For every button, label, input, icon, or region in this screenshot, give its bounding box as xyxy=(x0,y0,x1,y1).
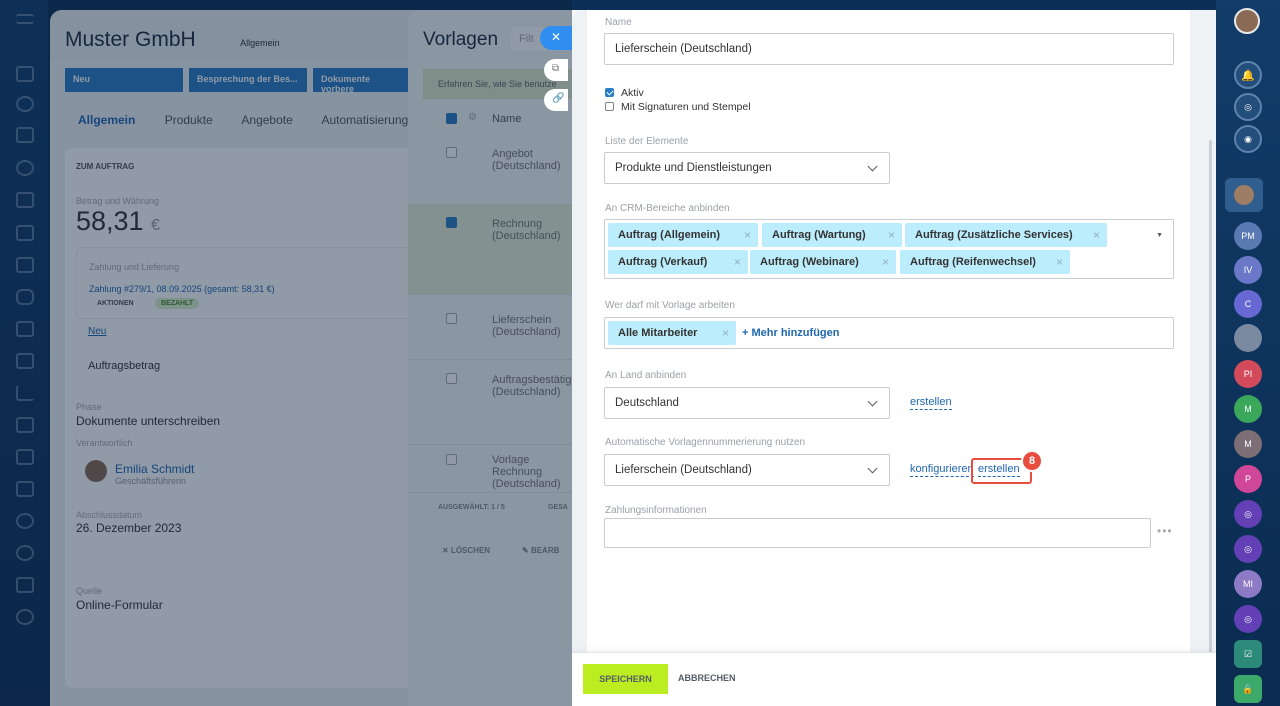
remove-tag-icon: × xyxy=(887,228,895,242)
who-field[interactable]: Alle Mitarbeiter × + Mehr hinzufügen xyxy=(604,317,1174,349)
crm-label: An CRM-Bereiche anbinden xyxy=(605,203,730,214)
bot-icon[interactable]: ◎ xyxy=(1234,605,1262,633)
configure-link[interactable]: konfigurieren xyxy=(910,463,974,477)
remove-tag-icon: × xyxy=(743,228,751,242)
remove-tag-icon: × xyxy=(1055,255,1063,269)
cancel-button[interactable]: ABBRECHEN xyxy=(678,673,736,683)
numbering-select[interactable]: Lieferschein (Deutschland) xyxy=(604,454,890,486)
avatar-p[interactable]: P xyxy=(1234,465,1262,493)
avatar-c[interactable]: C xyxy=(1234,290,1262,318)
crm-tags-field[interactable]: Auftrag (Allgemein) × Auftrag (Wartung) × … xyxy=(604,219,1174,279)
avatar-pi[interactable]: PI xyxy=(1234,360,1262,388)
right-sidebar: 🔔 ◎ ◉ PM IV C PI M M P ◎ ◎ MI ◎ ☑ 🔒 xyxy=(1216,0,1280,706)
remove-tag-icon: × xyxy=(733,255,741,269)
scrollbar[interactable] xyxy=(1209,140,1212,700)
template-form: Name Lieferschein (Deutschland) Aktiv Mi… xyxy=(587,10,1190,652)
name-input[interactable]: Lieferschein (Deutschland) xyxy=(604,33,1174,65)
numbering-label: Automatische Vorlagennummerierung nutzen xyxy=(605,437,806,448)
crm-tag[interactable]: Auftrag (Webinare) × xyxy=(750,250,896,274)
crm-tag[interactable]: Auftrag (Reifenwechsel) × xyxy=(900,250,1070,274)
list-label: Liste der Elemente xyxy=(605,136,689,147)
more-icon[interactable]: ••• xyxy=(1157,524,1173,538)
bell-icon[interactable]: 🔔 xyxy=(1234,61,1262,89)
payment-info-label: Zahlungsinformationen xyxy=(605,505,707,516)
bot-icon[interactable]: ◎ xyxy=(1234,500,1262,528)
crm-tag[interactable]: Auftrag (Zusätzliche Services) × xyxy=(905,223,1107,247)
list-select[interactable]: Produkte und Dienstleistungen xyxy=(604,152,890,184)
avatar-mi[interactable]: MI xyxy=(1234,570,1262,598)
avatar-iv[interactable]: IV xyxy=(1234,256,1262,284)
avatar-m[interactable]: M xyxy=(1234,430,1262,458)
create-country-link[interactable]: erstellen xyxy=(910,396,952,410)
check-icon[interactable]: ☑ xyxy=(1234,640,1262,668)
who-label: Wer darf mit Vorlage arbeiten xyxy=(605,300,735,311)
signature-checkbox[interactable] xyxy=(605,102,614,111)
chat-icon[interactable]: ◉ xyxy=(1234,125,1262,153)
close-icon[interactable]: ✕ xyxy=(540,26,574,50)
avatar-m[interactable]: M xyxy=(1234,395,1262,423)
active-label: Aktiv xyxy=(621,87,644,99)
lock-icon[interactable]: 🔒 xyxy=(1234,675,1262,703)
remove-tag-icon: × xyxy=(881,255,889,269)
save-button[interactable]: SPEICHERN xyxy=(583,664,668,694)
payment-info-input[interactable] xyxy=(604,518,1151,548)
country-label: An Land anbinden xyxy=(605,370,687,381)
activity-icon[interactable]: ◎ xyxy=(1234,93,1262,121)
form-footer: SPEICHERN ABBRECHEN xyxy=(572,652,1216,706)
country-select[interactable]: Deutschland xyxy=(604,387,890,419)
remove-tag-icon: × xyxy=(721,326,729,340)
employee-tag[interactable]: Alle Mitarbeiter × xyxy=(608,321,736,345)
open-in-new-icon[interactable]: ⧉ xyxy=(544,59,568,81)
name-label: Name xyxy=(605,17,632,28)
avatar[interactable] xyxy=(1234,324,1262,352)
remove-tag-icon: × xyxy=(1092,228,1100,242)
avatar[interactable] xyxy=(1234,8,1260,34)
template-settings-slider: Name Lieferschein (Deutschland) Aktiv Mi… xyxy=(572,10,1216,706)
add-more-link[interactable]: + Mehr hinzufügen xyxy=(742,327,839,339)
crm-tag[interactable]: Auftrag (Allgemein) × xyxy=(608,223,758,247)
create-numbering-link[interactable]: erstellen xyxy=(978,463,1020,477)
bot-icon[interactable]: ◎ xyxy=(1234,535,1262,563)
avatar[interactable] xyxy=(1225,178,1263,212)
signature-label: Mit Signaturen und Stempel xyxy=(621,101,751,113)
modal-overlay xyxy=(0,0,572,706)
active-checkbox[interactable] xyxy=(605,88,614,97)
avatar-pm[interactable]: PM xyxy=(1234,222,1262,250)
crm-tag[interactable]: Auftrag (Wartung) × xyxy=(762,223,902,247)
dropdown-arrow-icon[interactable]: ▼ xyxy=(1156,232,1163,239)
step-badge: 8 xyxy=(1021,450,1043,472)
link-icon[interactable]: 🔗 xyxy=(544,89,568,111)
crm-tag[interactable]: Auftrag (Verkauf) × xyxy=(608,250,748,274)
